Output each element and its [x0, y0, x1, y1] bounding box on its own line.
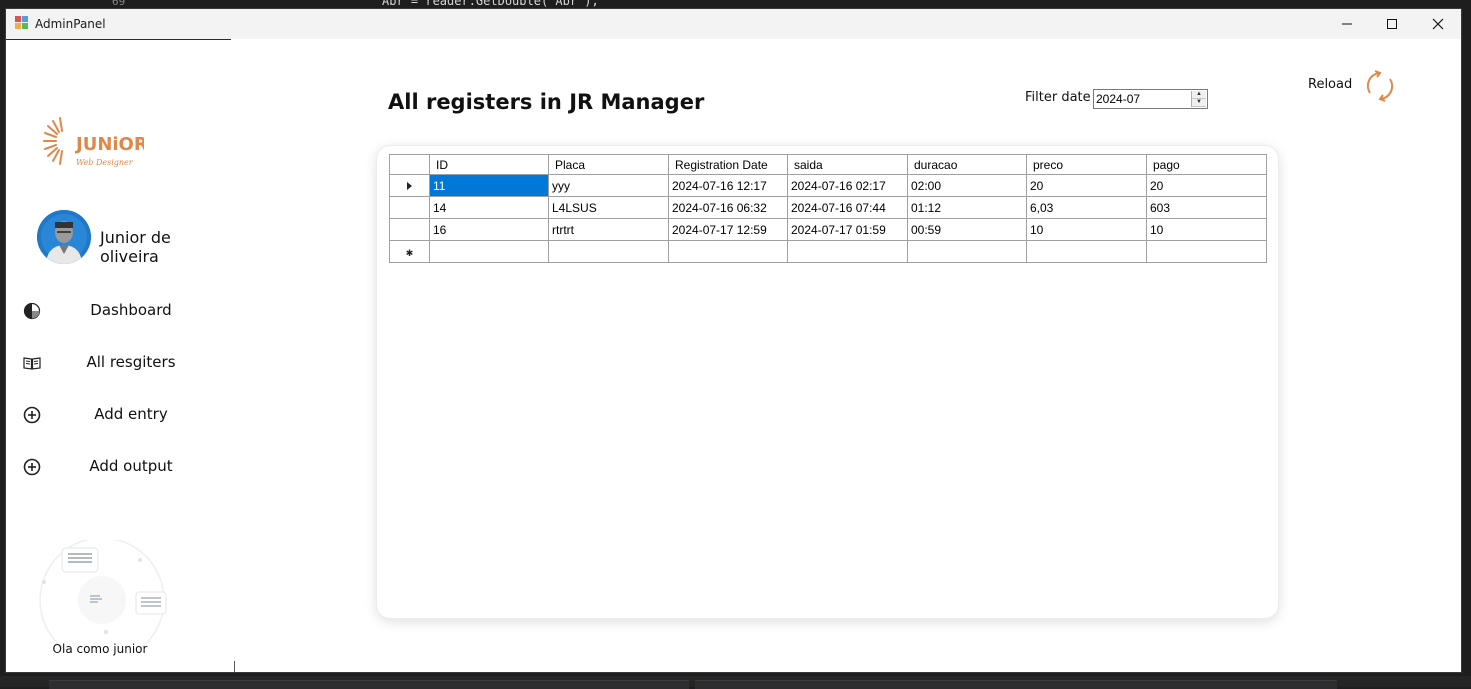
- table-cell[interactable]: 2024-07-16 07:44: [787, 196, 908, 219]
- close-button[interactable]: [1415, 9, 1461, 39]
- sidebar-item-label: Dashboard: [90, 301, 172, 319]
- table-cell[interactable]: 00:59: [907, 218, 1027, 241]
- sidebar-item-label: All resgiters: [86, 353, 176, 371]
- title-bar[interactable]: AdminPanel: [6, 9, 1461, 39]
- registers-card: ID Placa Registration Date saida duracao…: [376, 145, 1279, 619]
- plus-circle-icon: [23, 406, 41, 424]
- reload-icon[interactable]: [1362, 67, 1398, 105]
- column-header-registration-date[interactable]: Registration Date: [668, 154, 788, 175]
- sidebar-item-add-output[interactable]: Add output: [6, 447, 234, 487]
- ide-line-number: 69: [112, 0, 126, 8]
- sidebar-item-all-registers[interactable]: All resgiters: [6, 343, 234, 383]
- maximize-icon: [1387, 19, 1397, 29]
- table-row[interactable]: 11 yyy 2024-07-16 12:17 2024-07-16 02:17…: [389, 174, 1267, 197]
- sidebar-item-add-entry[interactable]: Add entry: [6, 395, 234, 435]
- table-cell-empty[interactable]: [429, 240, 549, 263]
- user-name: Junior de oliveira: [100, 228, 171, 266]
- window-title: AdminPanel: [35, 17, 106, 31]
- row-header-current[interactable]: [389, 174, 430, 197]
- table-cell[interactable]: 16: [429, 218, 549, 241]
- current-row-pointer-icon: [407, 181, 412, 190]
- column-header-duracao[interactable]: duracao: [907, 154, 1027, 175]
- table-cell[interactable]: 11: [429, 174, 549, 197]
- user-photo-icon: [37, 210, 91, 264]
- junior-logo: JUNiOR Web Designer: [34, 113, 148, 169]
- table-cell-empty[interactable]: [907, 240, 1027, 263]
- column-header-id[interactable]: ID: [429, 154, 549, 175]
- ide-pane-right: [695, 680, 1337, 689]
- date-spinner[interactable]: ▲ ▼: [1191, 91, 1206, 107]
- table-cell[interactable]: rtrtrt: [548, 218, 669, 241]
- table-cell[interactable]: 2024-07-17 01:59: [787, 218, 908, 241]
- ide-code-line: Abr = reader.GetDouble("Abr");: [382, 0, 599, 8]
- admin-panel-window: AdminPanel JUNiOR Web Designer Junior de…: [6, 9, 1461, 672]
- ide-pane-left: [49, 680, 689, 689]
- table-cell[interactable]: L4LSUS: [548, 196, 669, 219]
- minimize-icon: [1342, 23, 1352, 25]
- new-row-star-icon: ✱: [405, 247, 414, 258]
- table-row[interactable]: 14 L4LSUS 2024-07-16 06:32 2024-07-16 07…: [389, 196, 1267, 219]
- pie-chart-icon: [23, 302, 41, 320]
- table-cell[interactable]: 14: [429, 196, 549, 219]
- spin-up-icon[interactable]: ▲: [1192, 91, 1206, 99]
- column-header-placa[interactable]: Placa: [548, 154, 669, 175]
- table-cell[interactable]: 2024-07-17 12:59: [668, 218, 788, 241]
- documents-illustration: [32, 537, 182, 663]
- plus-circle-icon: [23, 458, 41, 476]
- table-cell[interactable]: 2024-07-16 12:17: [668, 174, 788, 197]
- table-cell[interactable]: 6,03: [1026, 196, 1147, 219]
- table-cell[interactable]: 2024-07-16 02:17: [787, 174, 908, 197]
- filter-date-label: Filter date: [1025, 90, 1091, 105]
- new-row-header[interactable]: ✱: [389, 240, 430, 263]
- table-cell-empty[interactable]: [668, 240, 788, 263]
- ide-background: 69 Abr = reader.GetDouble("Abr");: [0, 0, 1471, 9]
- sidebar-item-label: Add entry: [94, 405, 168, 423]
- minimize-button[interactable]: [1324, 9, 1370, 39]
- new-row[interactable]: ✱: [389, 240, 1267, 263]
- sidebar: JUNiOR Web Designer Junior de oliveira D…: [6, 40, 234, 672]
- row-header-corner: [389, 154, 430, 175]
- avatar: [37, 210, 91, 264]
- table-cell-empty[interactable]: [787, 240, 908, 263]
- sidebar-item-dashboard[interactable]: Dashboard: [6, 291, 234, 331]
- app-icon: [15, 16, 29, 30]
- ide-bottom-panels: [0, 676, 1471, 689]
- table-cell[interactable]: yyy: [548, 174, 669, 197]
- table-cell-empty[interactable]: [548, 240, 669, 263]
- svg-text:Web Designer: Web Designer: [76, 158, 134, 167]
- maximize-button[interactable]: [1369, 9, 1415, 39]
- table-cell-empty[interactable]: [1146, 240, 1267, 263]
- table-cell[interactable]: 10: [1026, 218, 1147, 241]
- table-cell[interactable]: 2024-07-16 06:32: [668, 196, 788, 219]
- column-header-pago[interactable]: pago: [1146, 154, 1267, 175]
- table-cell[interactable]: 02:00: [907, 174, 1027, 197]
- row-header[interactable]: [389, 196, 430, 219]
- logo-sunburst-icon: JUNiOR Web Designer: [43, 117, 148, 167]
- table-cell[interactable]: 20: [1026, 174, 1147, 197]
- row-header[interactable]: [389, 218, 430, 241]
- column-header-saida[interactable]: saida: [787, 154, 908, 175]
- table-row[interactable]: 16 rtrtrt 2024-07-17 12:59 2024-07-17 01…: [389, 218, 1267, 241]
- table-cell[interactable]: 10: [1146, 218, 1267, 241]
- registers-table[interactable]: ID Placa Registration Date saida duracao…: [389, 154, 1267, 263]
- svg-text:JUNiOR: JUNiOR: [74, 134, 144, 155]
- column-header-preco[interactable]: preco: [1026, 154, 1147, 175]
- reload-label[interactable]: Reload: [1308, 77, 1352, 92]
- sidebar-item-label: Add output: [89, 457, 173, 475]
- table-cell-empty[interactable]: [1026, 240, 1147, 263]
- table-cell[interactable]: 20: [1146, 174, 1267, 197]
- page-title: All registers in JR Manager: [388, 90, 705, 114]
- filter-date-value: 2024-07: [1096, 92, 1141, 106]
- book-icon: [23, 357, 41, 370]
- spin-down-icon[interactable]: ▼: [1192, 99, 1206, 107]
- table-header-row: ID Placa Registration Date saida duracao…: [389, 154, 1267, 175]
- greeting-text: Ola como junior: [52, 642, 148, 656]
- sidebar-edge: [234, 661, 235, 672]
- table-cell[interactable]: 603: [1146, 196, 1267, 219]
- filter-date-picker[interactable]: 2024-07 ▲ ▼: [1093, 89, 1208, 109]
- table-cell[interactable]: 01:12: [907, 196, 1027, 219]
- close-icon: [1432, 18, 1444, 30]
